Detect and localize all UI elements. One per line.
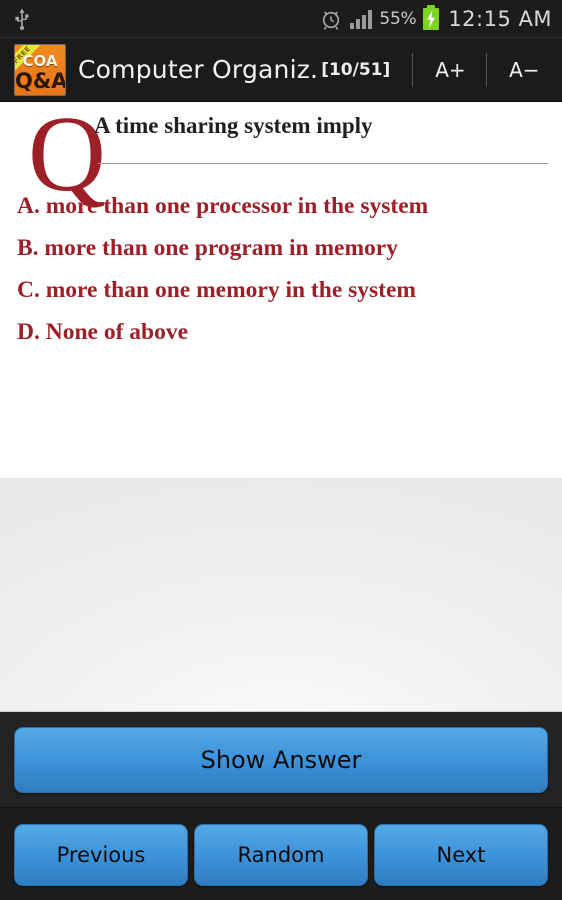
question-text: A time sharing system imply	[94, 113, 373, 138]
font-increase-button[interactable]: A+	[435, 58, 465, 82]
question-panel: Q A time sharing system imply A. more th…	[0, 103, 562, 478]
option-b[interactable]: B. more than one program in memory	[17, 227, 547, 269]
status-bar-left	[0, 7, 34, 31]
answer-panel	[0, 478, 562, 712]
option-list: A. more than one processor in the system…	[17, 185, 547, 353]
app-logo-icon: FREE COA Q&A	[14, 43, 66, 96]
random-button[interactable]: Random	[194, 823, 368, 886]
battery-percent-label: 55%	[379, 8, 417, 29]
option-d[interactable]: D. None of above	[17, 311, 547, 353]
previous-button[interactable]: Previous	[14, 823, 188, 886]
show-answer-row: Show Answer	[0, 712, 562, 808]
navigation-row: Previous Random Next	[0, 809, 562, 900]
option-a[interactable]: A. more than one processor in the system	[17, 185, 547, 227]
app-logo-qa-label: Q&A	[15, 68, 66, 93]
status-bar-right: 55% 12:15 AM	[319, 4, 562, 31]
app-bar: FREE COA Q&A Computer Organiz... [10/51]…	[0, 38, 562, 102]
status-clock: 12:15 AM	[448, 6, 552, 31]
signal-bars-icon	[350, 9, 373, 29]
battery-charging-icon	[423, 4, 440, 30]
next-button[interactable]: Next	[374, 823, 548, 886]
show-answer-button[interactable]: Show Answer	[14, 726, 548, 793]
font-decrease-button[interactable]: A−	[509, 58, 539, 82]
page-title: Computer Organiz...	[78, 55, 322, 84]
question-divider	[98, 163, 548, 164]
bottom-toolbar: Show Answer Previous Random Next	[0, 712, 562, 900]
usb-icon	[10, 7, 34, 31]
app-logo-coa-label: COA	[22, 51, 58, 70]
alarm-clock-icon	[319, 7, 343, 31]
app-bar-divider-1	[412, 52, 414, 87]
option-c[interactable]: C. more than one memory in the system	[17, 269, 547, 311]
app-screen: 55% 12:15 AM FREE COA Q&A Computer Organ…	[0, 0, 562, 900]
question-counter: [10/51]	[321, 59, 391, 80]
status-bar: 55% 12:15 AM	[0, 0, 562, 38]
app-bar-divider-2	[486, 52, 488, 87]
